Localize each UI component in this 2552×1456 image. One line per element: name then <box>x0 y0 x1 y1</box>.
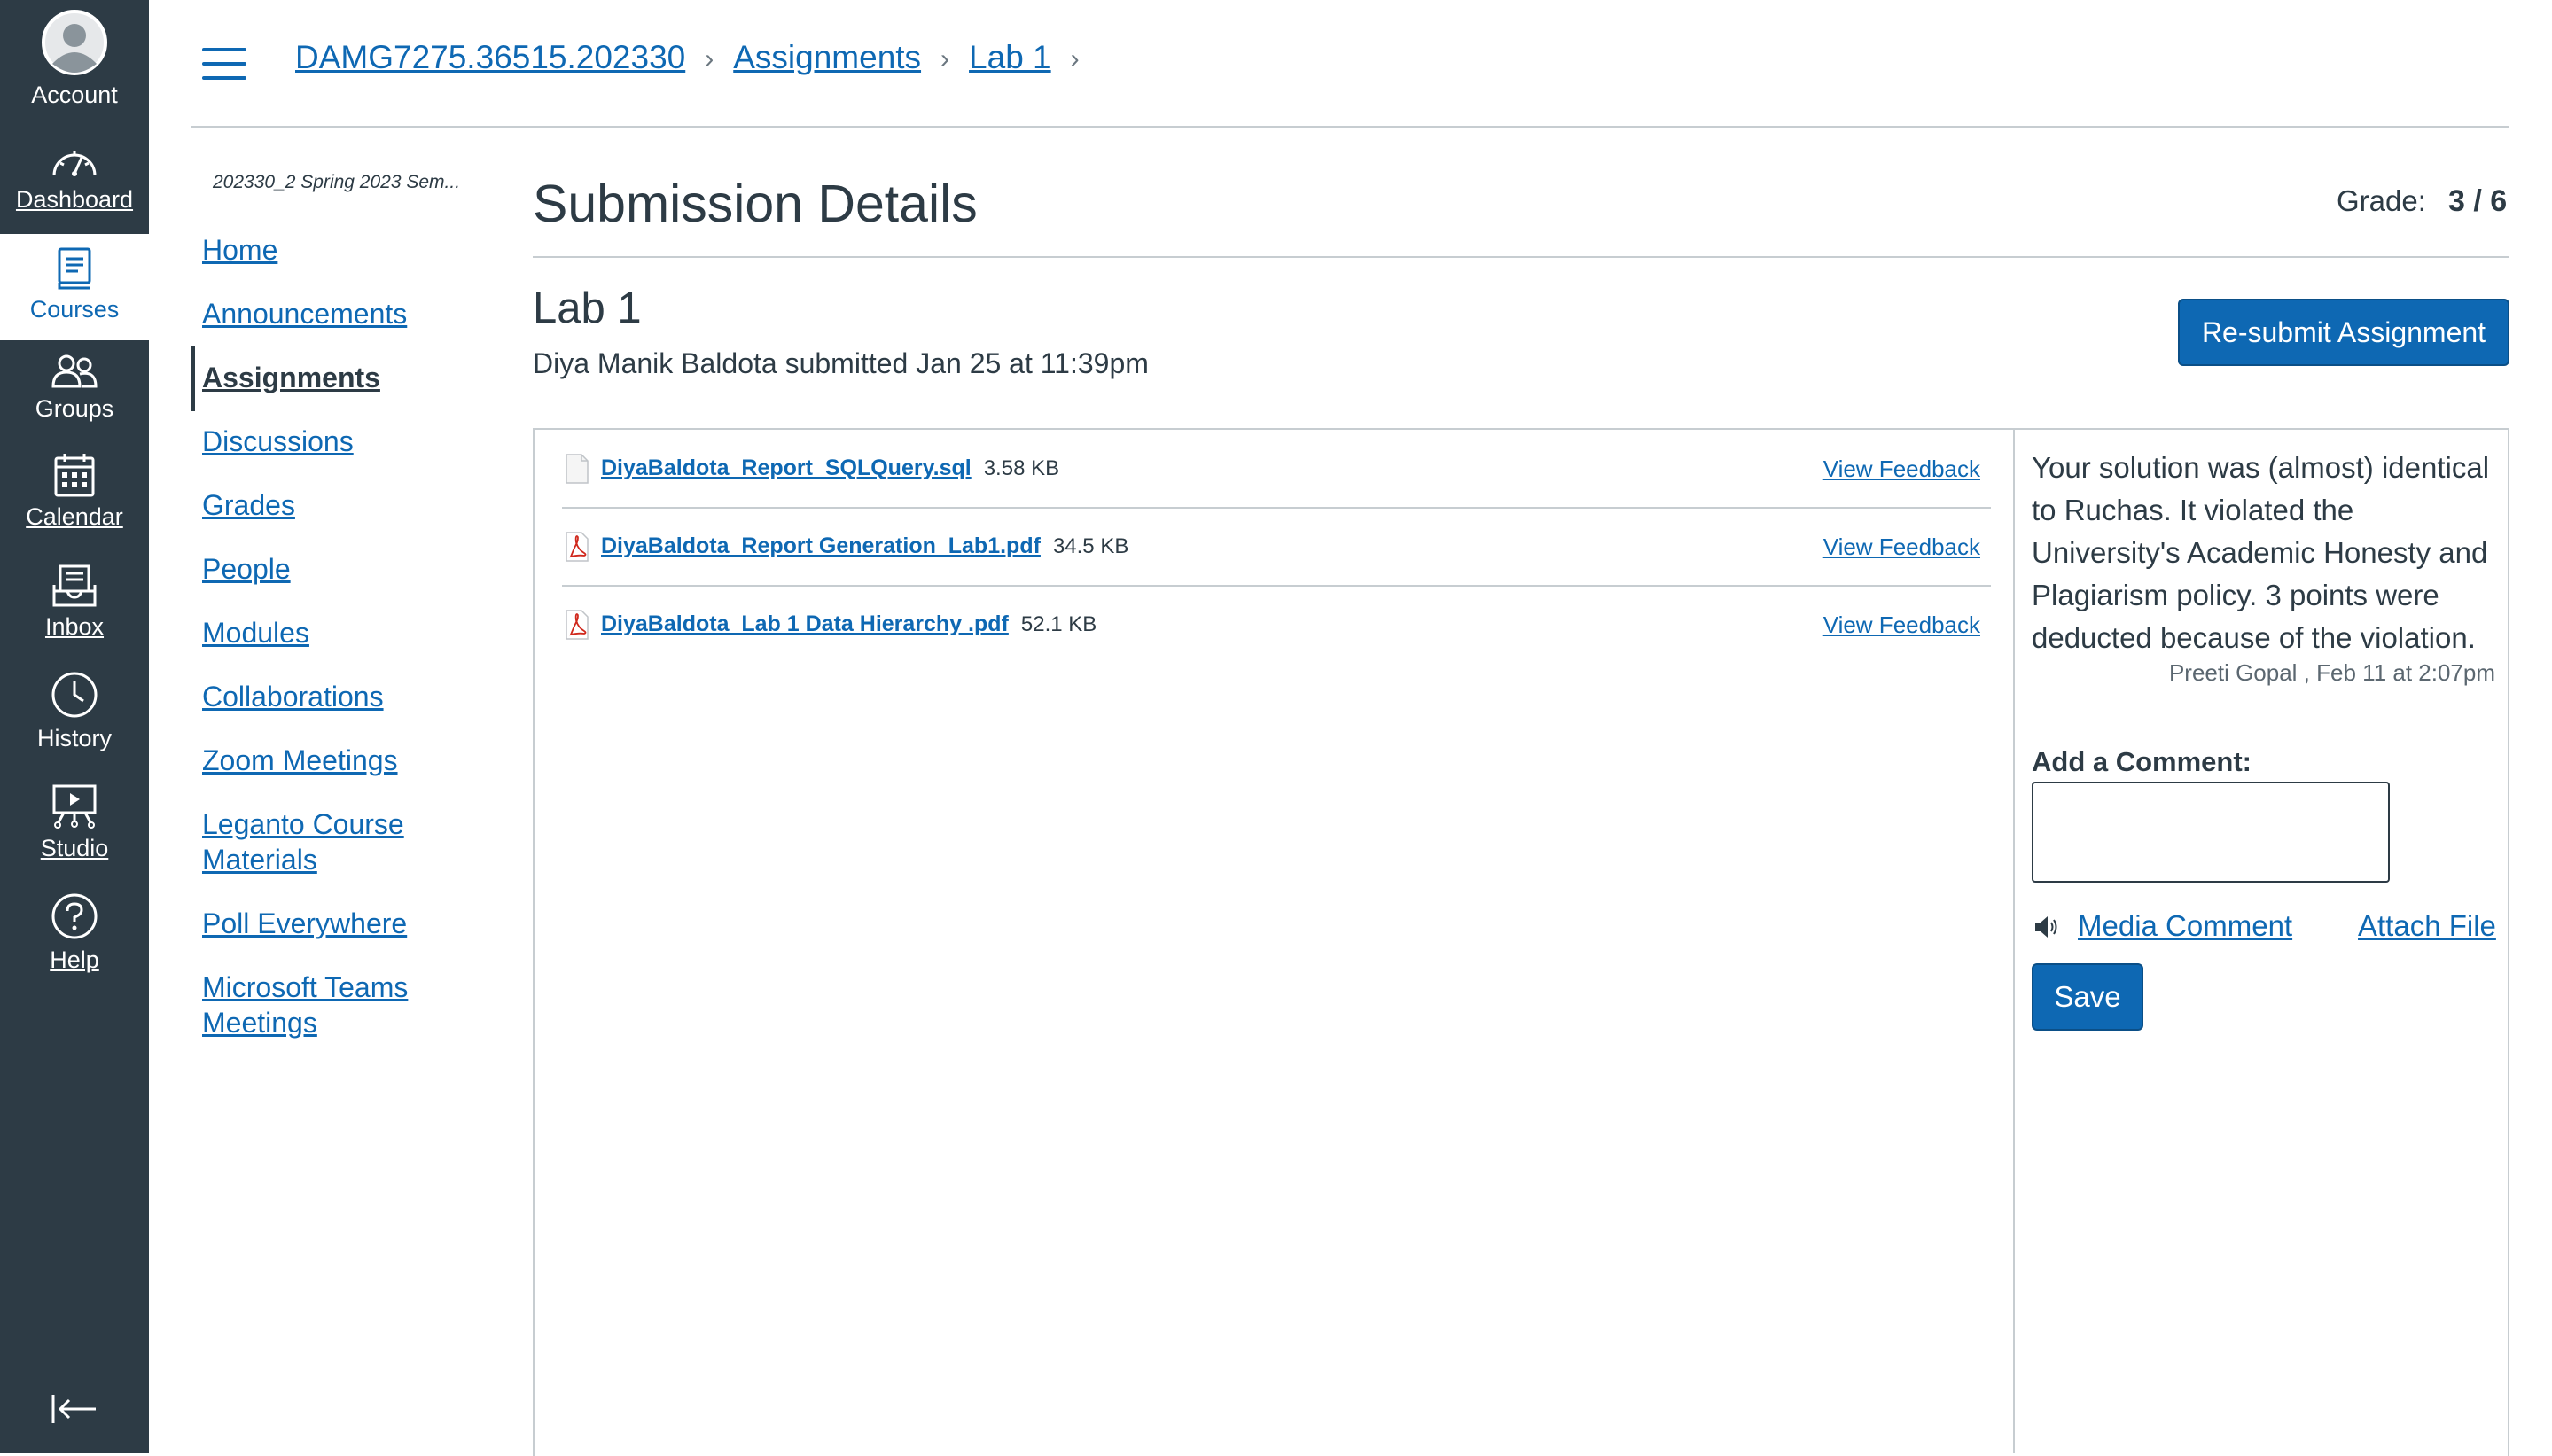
course-nav-poll-everywhere[interactable]: Poll Everywhere <box>202 906 468 941</box>
page-header: DAMG7275.36515.202330 › Assignments › La… <box>191 0 2509 128</box>
course-term: 202330_2 Spring 2023 Sem... <box>213 172 461 192</box>
generic-file-icon <box>566 454 589 484</box>
speaker-icon <box>2035 916 2057 938</box>
file-row: DiyaBaldota_Lab 1 Data Hierarchy .pdf 52.… <box>562 585 1991 663</box>
course-nav-discussions[interactable]: Discussions <box>202 424 468 459</box>
global-nav-dashboard[interactable]: Dashboard <box>0 142 149 214</box>
breadcrumb: DAMG7275.36515.202330 › Assignments › La… <box>295 39 1099 76</box>
file-size: 3.58 KB <box>983 456 1060 480</box>
view-feedback-link[interactable]: View Feedback <box>1823 611 1980 639</box>
chevron-right-icon: › <box>1070 44 1080 74</box>
studio-icon <box>52 784 97 829</box>
course-nav-announcements[interactable]: Announcements <box>202 296 468 331</box>
courses-icon <box>58 247 91 290</box>
collapse-arrow-icon <box>51 1395 96 1423</box>
global-nav-groups[interactable]: Groups <box>0 353 149 423</box>
course-nav-grades[interactable]: Grades <box>202 487 468 523</box>
global-nav-groups-label: Groups <box>35 395 114 422</box>
divider <box>533 256 2509 258</box>
global-nav: Account Dashboard Courses Groups Calenda… <box>0 0 149 1453</box>
chevron-right-icon: › <box>940 44 950 74</box>
grade-label: Grade: <box>2337 184 2426 217</box>
global-nav-inbox-label: Inbox <box>44 613 105 640</box>
file-size: 52.1 KB <box>1020 612 1097 636</box>
submission-info: Diya Manik Baldota submitted Jan 25 at 1… <box>533 347 1149 379</box>
course-nav-assignments[interactable]: Assignments <box>202 360 468 395</box>
dashboard-icon <box>52 151 97 176</box>
course-nav-home[interactable]: Home <box>202 232 468 268</box>
add-comment-label: Add a Comment: <box>2032 746 2252 777</box>
file-name-cell: DiyaBaldota_Lab 1 Data Hierarchy .pdf 52.… <box>601 611 1097 637</box>
global-nav-account-label: Account <box>31 82 118 108</box>
comment-body: Your solution was (almost) identical to … <box>2032 451 2490 654</box>
panel-divider <box>2013 428 2015 1453</box>
file-row: DiyaBaldota_Report_SQLQuery.sql 3.58 KB V… <box>562 429 1991 509</box>
save-comment-button[interactable]: Save <box>2032 963 2143 1031</box>
help-icon <box>51 893 98 939</box>
breadcrumb-assignments[interactable]: Assignments <box>733 39 921 76</box>
global-nav-calendar-label: Calendar <box>26 503 123 530</box>
comment-textarea[interactable] <box>2032 782 2390 883</box>
calendar-icon <box>54 454 95 497</box>
file-link[interactable]: DiyaBaldota_Lab 1 Data Hierarchy .pdf <box>601 611 1009 636</box>
file-link[interactable]: DiyaBaldota_Report_SQLQuery.sql <box>601 455 972 480</box>
pdf-icon <box>566 610 589 640</box>
chevron-right-icon: › <box>705 44 714 74</box>
file-link[interactable]: DiyaBaldota_Report Generation_Lab1.pdf <box>601 533 1041 558</box>
global-nav-help[interactable]: Help <box>0 892 149 974</box>
view-feedback-link[interactable]: View Feedback <box>1823 455 1980 483</box>
course-nav-modules[interactable]: Modules <box>202 615 468 650</box>
inbox-icon <box>52 564 97 607</box>
course-nav-people[interactable]: People <box>202 551 468 587</box>
global-nav-studio[interactable]: Studio <box>0 783 149 862</box>
global-nav-studio-label: Studio <box>40 835 109 861</box>
active-indicator <box>191 346 195 411</box>
global-nav-account[interactable]: Account <box>0 9 149 109</box>
avatar-icon <box>42 10 107 75</box>
groups-icon <box>51 354 98 388</box>
global-nav-courses-label: Courses <box>29 296 120 323</box>
view-feedback-link[interactable]: View Feedback <box>1823 533 1980 561</box>
course-nav-collaborations[interactable]: Collaborations <box>202 679 468 714</box>
file-size: 34.5 KB <box>1052 534 1129 558</box>
pdf-icon <box>566 532 589 562</box>
attach-file-link[interactable]: Attach File <box>2358 909 2496 943</box>
assignment-name: Lab 1 <box>533 284 642 332</box>
resubmit-assignment-button[interactable]: Re-submit Assignment <box>2178 299 2509 366</box>
collapse-nav-button[interactable] <box>0 1393 149 1425</box>
breadcrumb-lab-1[interactable]: Lab 1 <box>969 39 1051 76</box>
file-name-cell: DiyaBaldota_Report_SQLQuery.sql 3.58 KB <box>601 455 1059 481</box>
file-name-cell: DiyaBaldota_Report Generation_Lab1.pdf 34… <box>601 533 1128 559</box>
hamburger-menu-icon[interactable] <box>202 48 246 80</box>
course-nav-leganto[interactable]: Leganto Course Materials <box>202 806 415 877</box>
course-nav-zoom-meetings[interactable]: Zoom Meetings <box>202 743 468 778</box>
breadcrumb-course[interactable]: DAMG7275.36515.202330 <box>295 39 685 76</box>
file-row: DiyaBaldota_Report Generation_Lab1.pdf 34… <box>562 507 1991 587</box>
grade-value: 3 / 6 <box>2448 184 2508 218</box>
global-nav-calendar[interactable]: Calendar <box>0 452 149 531</box>
global-nav-help-label: Help <box>50 946 99 973</box>
global-nav-dashboard-label: Dashboard <box>15 186 134 213</box>
clock-icon <box>51 672 98 718</box>
page-title: Submission Details <box>533 175 978 233</box>
comment-author-date: Preeti Gopal , Feb 11 at 2:07pm <box>2168 659 2495 686</box>
global-nav-history[interactable]: History <box>0 670 149 752</box>
global-nav-courses[interactable]: Courses <box>0 234 149 340</box>
global-nav-inbox[interactable]: Inbox <box>0 564 149 641</box>
course-nav-microsoft-teams[interactable]: Microsoft Teams Meetings <box>202 969 433 1040</box>
media-comment-link[interactable]: Media Comment <box>2078 909 2292 943</box>
global-nav-history-label: History <box>36 725 112 751</box>
